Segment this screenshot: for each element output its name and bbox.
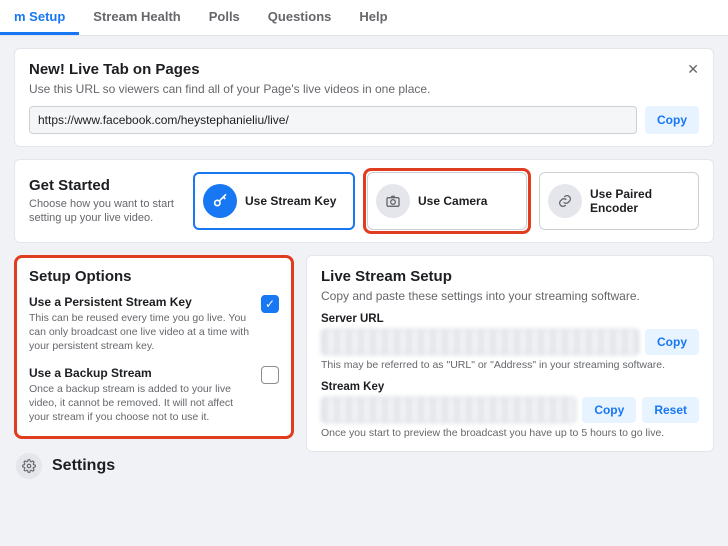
get-started-title: Get Started: [29, 177, 179, 194]
copy-url-button[interactable]: Copy: [645, 106, 699, 134]
setup-options-title: Setup Options: [29, 268, 279, 285]
copy-server-url-button[interactable]: Copy: [645, 329, 699, 355]
key-icon: [203, 184, 237, 218]
option-label: Use Paired Encoder: [590, 187, 690, 216]
option-label: Use Stream Key: [245, 194, 336, 208]
copy-stream-key-button[interactable]: Copy: [582, 397, 636, 423]
server-url-field[interactable]: [321, 329, 639, 355]
option-persistent-stream-key: Use a Persistent Stream Key This can be …: [29, 295, 279, 354]
backup-stream-title: Use a Backup Stream: [29, 366, 251, 380]
server-url-note: This may be referred to as "URL" or "Add…: [321, 359, 699, 371]
option-use-camera[interactable]: Use Camera: [367, 172, 527, 230]
tab-stream-setup[interactable]: m Setup: [0, 1, 79, 35]
setup-options-panel: Setup Options Use a Persistent Stream Ke…: [14, 255, 294, 439]
close-icon[interactable]: ✕: [687, 61, 699, 78]
option-backup-stream: Use a Backup Stream Once a backup stream…: [29, 366, 279, 425]
stream-key-label: Stream Key: [321, 381, 699, 393]
tab-stream-health[interactable]: Stream Health: [79, 1, 194, 35]
persistent-key-desc: This can be reused every time you go liv…: [29, 311, 251, 354]
persistent-key-title: Use a Persistent Stream Key: [29, 295, 251, 309]
backup-stream-checkbox[interactable]: [261, 366, 279, 384]
backup-stream-desc: Once a backup stream is added to your li…: [29, 382, 251, 425]
tab-polls[interactable]: Polls: [195, 1, 254, 35]
live-tab-title: New! Live Tab on Pages: [29, 61, 699, 78]
camera-icon: [376, 184, 410, 218]
page-content: ✕ New! Live Tab on Pages Use this URL so…: [0, 36, 728, 491]
get-started-subtitle: Choose how you want to start setting up …: [29, 197, 179, 226]
live-tab-url-input[interactable]: [29, 106, 637, 134]
tab-help[interactable]: Help: [345, 1, 401, 35]
link-icon: [548, 184, 582, 218]
tab-questions[interactable]: Questions: [254, 1, 346, 35]
option-label: Use Camera: [418, 194, 487, 208]
live-tab-subtitle: Use this URL so viewers can find all of …: [29, 82, 699, 96]
option-use-stream-key[interactable]: Use Stream Key: [193, 172, 355, 230]
gear-icon: [16, 453, 42, 479]
persistent-key-checkbox[interactable]: ✓: [261, 295, 279, 313]
server-url-label: Server URL: [321, 313, 699, 325]
stream-key-field[interactable]: [321, 397, 576, 423]
get-started-card: Get Started Choose how you want to start…: [14, 159, 714, 243]
stream-key-note: Once you start to preview the broadcast …: [321, 427, 699, 439]
live-stream-setup-card: Live Stream Setup Copy and paste these s…: [306, 255, 714, 452]
top-tabs: m Setup Stream Health Polls Questions He…: [0, 0, 728, 36]
option-use-paired-encoder[interactable]: Use Paired Encoder: [539, 172, 699, 230]
lss-title: Live Stream Setup: [321, 268, 699, 285]
settings-section-header: Settings: [14, 449, 294, 479]
settings-title: Settings: [52, 457, 115, 475]
live-tab-card: ✕ New! Live Tab on Pages Use this URL so…: [14, 48, 714, 147]
lss-subtitle: Copy and paste these settings into your …: [321, 289, 699, 303]
reset-stream-key-button[interactable]: Reset: [642, 397, 699, 423]
